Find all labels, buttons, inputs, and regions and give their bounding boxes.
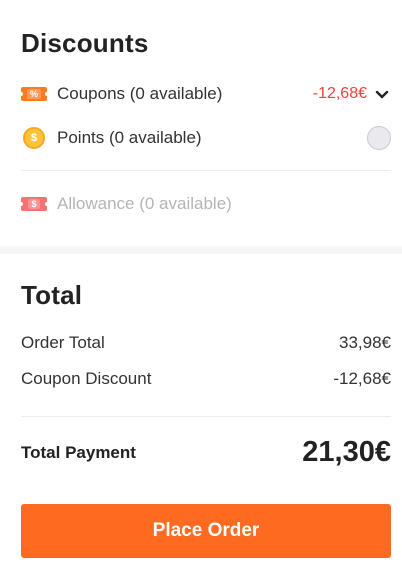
coupon-discount-value: -12,68€ bbox=[333, 369, 391, 388]
coupons-label: Coupons (0 available) bbox=[57, 84, 223, 103]
coupon-amount: -12,68€ bbox=[312, 85, 367, 102]
points-label: Points (0 available) bbox=[57, 128, 202, 147]
checkout-summary: Discounts % Coupons (0 available) -12,68… bbox=[0, 0, 402, 582]
total-payment-label: Total Payment bbox=[21, 442, 136, 462]
order-total-label: Order Total bbox=[21, 333, 105, 352]
coupons-row[interactable]: % Coupons (0 available) -12,68€ bbox=[19, 80, 391, 108]
points-radio[interactable] bbox=[367, 126, 391, 150]
coupon-discount-line: Coupon Discount -12,68€ bbox=[21, 369, 391, 389]
discounts-title: Discounts bbox=[21, 28, 149, 58]
total-payment-line: Total Payment 21,30€ bbox=[21, 436, 391, 469]
chevron-down-icon[interactable] bbox=[373, 85, 391, 103]
total-payment-value: 21,30€ bbox=[302, 436, 391, 468]
coupon-percent-icon: % bbox=[19, 87, 49, 101]
coupon-discount-label: Coupon Discount bbox=[21, 369, 152, 388]
allowance-row: $ Allowance (0 available) bbox=[19, 190, 391, 218]
divider bbox=[21, 170, 391, 171]
coin-icon: $ bbox=[23, 127, 45, 149]
discounts-section: Discounts % Coupons (0 available) -12,68… bbox=[0, 0, 402, 246]
points-row[interactable]: $ Points (0 available) bbox=[21, 124, 391, 152]
section-separator bbox=[0, 246, 402, 254]
order-total-line: Order Total 33,98€ bbox=[21, 333, 391, 353]
divider bbox=[21, 416, 391, 417]
allowance-label: Allowance (0 available) bbox=[57, 194, 232, 213]
total-title: Total bbox=[21, 280, 83, 310]
allowance-dollar-icon: $ bbox=[19, 197, 49, 211]
order-total-value: 33,98€ bbox=[339, 333, 391, 352]
place-order-button[interactable]: Place Order bbox=[21, 504, 391, 558]
